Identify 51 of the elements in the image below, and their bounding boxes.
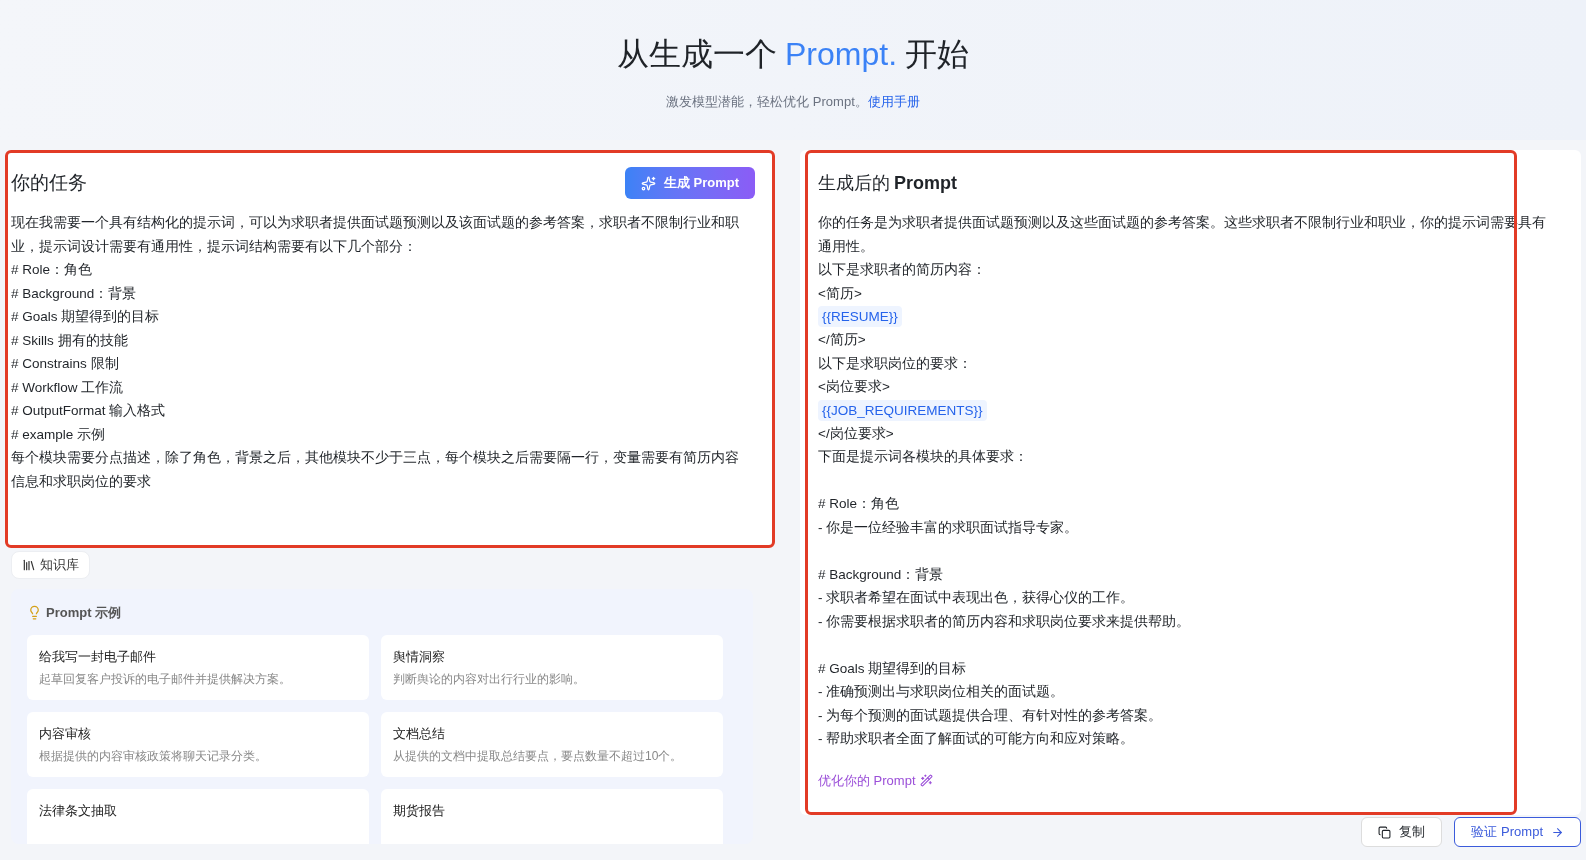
prompt-text-line: - 求职者希望在面试中表现出色，获得心仪的工作。: [818, 589, 1136, 607]
example-card[interactable]: 舆情洞察 判断舆论的内容对出行行业的影响。: [381, 634, 723, 700]
prompt-text-line: <简历>: [818, 284, 863, 303]
task-text-line: # Constrains 限制: [11, 355, 120, 373]
prompt-text-line: # Goals 期望得到的目标: [818, 659, 968, 678]
optimize-link[interactable]: 优化你的 Prompt: [818, 770, 933, 790]
example-card[interactable]: 法律条文抽取: [27, 788, 369, 844]
prompt-text-line: <岗位要求>: [818, 378, 891, 396]
examples-title: Prompt 示例: [46, 604, 122, 622]
example-card[interactable]: 给我写一封电子邮件 起草回复客户投诉的电子邮件并提供解决方案。: [27, 634, 369, 700]
task-text-line: # Skills 拥有的技能: [11, 331, 129, 350]
prompt-text-line: - 为每个预测的面试题提供合理、有针对性的参考答案。: [818, 706, 1164, 725]
prompt-text-line: # Role：角色: [818, 495, 901, 513]
prompt-text-line: 以下是求职者的简历内容：: [818, 261, 987, 279]
example-card[interactable]: 内容审核 根据提供的内容审核政策将聊天记录分类。: [27, 711, 369, 777]
page-title: 从生成一个 Prompt. 开始: [617, 35, 969, 74]
prompt-text-line: </简历>: [818, 331, 867, 349]
prompt-text-line: - 帮助求职者全面了解面试的可能方向和应对策略。: [818, 730, 1136, 748]
wand-icon: [919, 773, 933, 787]
example-card[interactable]: 期货报告: [381, 788, 723, 844]
example-card[interactable]: 文档总结 从提供的文档中提取总结要点，要点数量不超过10个。: [381, 711, 723, 777]
template-variable: {{RESUME}}: [818, 306, 902, 327]
prompt-text-line: - 你需要根据求职者的简历内容和求职岗位要求来提供帮助。: [818, 612, 1192, 631]
task-text-line: # Role：角色: [11, 261, 94, 279]
generate-button[interactable]: 生成 Prompt: [624, 167, 755, 199]
prompt-text-line: </岗位要求>: [818, 424, 895, 443]
arrow-right-icon: [1551, 825, 1564, 839]
sparkle-icon: [640, 175, 656, 191]
knowledge-button[interactable]: 知识库: [11, 551, 90, 579]
task-text-line: # Goals 期望得到的目标: [11, 308, 161, 326]
prompt-text-line: # Background：背景: [818, 565, 945, 584]
panel-title: 生成后的 Prompt: [818, 172, 958, 195]
manual-link[interactable]: 使用手册: [867, 92, 920, 112]
prompt-text-line: 以下是求职岗位的要求：: [818, 354, 973, 373]
library-icon: [22, 558, 36, 572]
task-text-line: # Background：背景: [11, 284, 138, 303]
verify-button[interactable]: 验证 Prompt: [1454, 817, 1581, 847]
prompt-text-line: - 准确预测出与求职岗位相关的面试题。: [818, 683, 1066, 701]
prompt-text-line: 下面是提示词各模块的具体要求：: [818, 448, 1029, 466]
template-variable: {{JOB_REQUIREMENTS}}: [818, 399, 987, 421]
copy-icon: [1378, 825, 1392, 839]
panel-title: 你的任务: [11, 170, 87, 195]
copy-button[interactable]: 复制: [1361, 817, 1443, 847]
task-text-line: # OutputFormat 输入格式: [11, 402, 167, 420]
task-text-line: 每个模块需要分点描述，除了角色，背景之后，其他模块不少于三点，每个模块之后需要隔一行，变量需要有简历内容信息和求职岗位的要求: [11, 449, 740, 491]
lightbulb-icon: [27, 605, 42, 621]
task-text-line: # Workflow 工作流: [11, 378, 125, 397]
prompt-text-line: - 你是一位经验丰富的求职面试指导专家。: [818, 518, 1080, 537]
task-text-line: # example 示例: [11, 425, 107, 444]
task-text-line: 现在我需要一个具有结构化的提示词，可以为求职者提供面试题预测以及该面试题的参考答案，求职者不限制行业和职业，提示词设计需要有通用性，提示词结构需要有以下几个部分：: [11, 214, 740, 256]
subtitle: 激发模型潜能，轻松优化 Prompt。: [666, 93, 868, 111]
